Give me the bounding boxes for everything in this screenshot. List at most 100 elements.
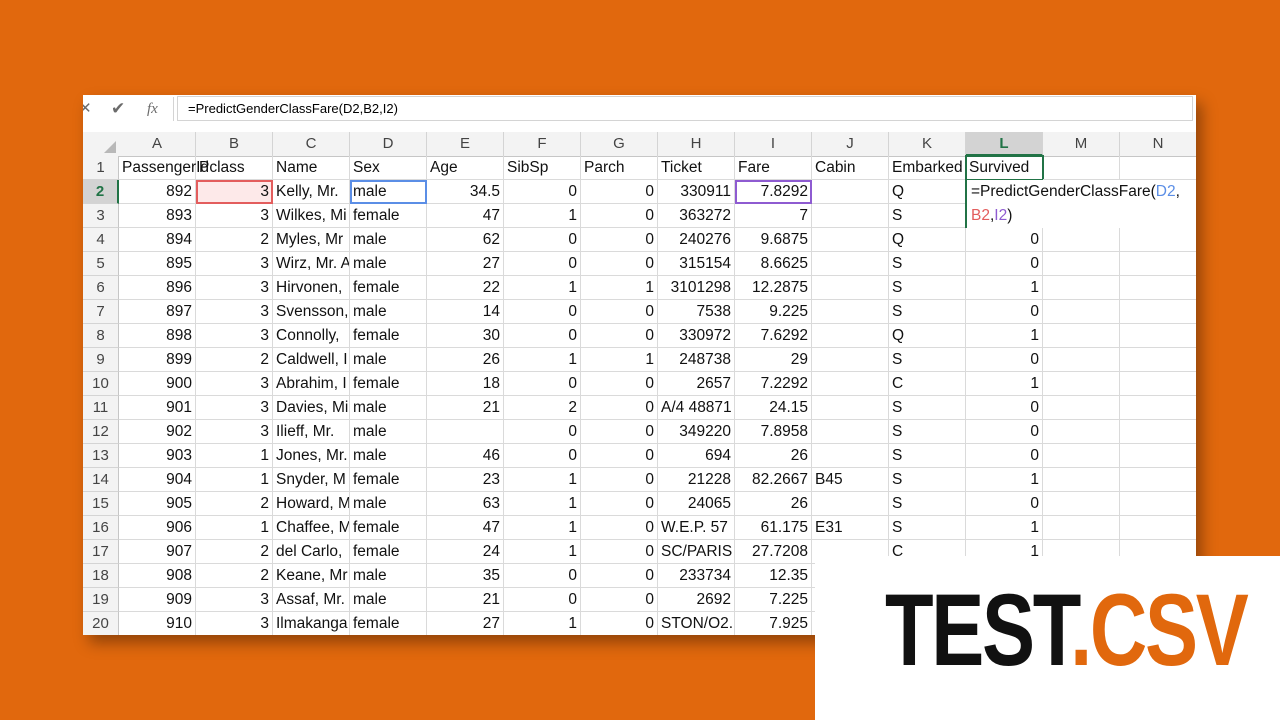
cell-c13[interactable]: Jones, Mr.: [273, 444, 350, 468]
cell-l8[interactable]: 1: [966, 324, 1043, 348]
cell-m9[interactable]: [1043, 348, 1120, 372]
cell-e5[interactable]: 27: [427, 252, 504, 276]
row-header[interactable]: 16: [83, 516, 119, 540]
cell-c20[interactable]: Ilmakanga: [273, 612, 350, 635]
cell-a1[interactable]: PassengerId: [119, 156, 209, 180]
cell-h1[interactable]: Ticket: [658, 156, 735, 180]
cell-b10[interactable]: 3: [196, 372, 273, 396]
cell-e7[interactable]: 14: [427, 300, 504, 324]
select-all-corner[interactable]: [83, 132, 119, 156]
cell-m16[interactable]: [1043, 516, 1120, 540]
cell-h17[interactable]: SC/PARIS 2: [658, 540, 735, 564]
cell-m12[interactable]: [1043, 420, 1120, 444]
cell-j1[interactable]: Cabin: [812, 156, 889, 180]
cell-g11[interactable]: 0: [581, 396, 658, 420]
cell-a15[interactable]: 905: [119, 492, 196, 516]
cell-e15[interactable]: 63: [427, 492, 504, 516]
row-header[interactable]: 19: [83, 588, 119, 612]
cell-i20[interactable]: 7.925: [735, 612, 812, 635]
row-header[interactable]: 18: [83, 564, 119, 588]
row-header[interactable]: 15: [83, 492, 119, 516]
cell-l16[interactable]: 1: [966, 516, 1043, 540]
cell-k2[interactable]: Q: [889, 180, 966, 204]
cell-d7[interactable]: male: [350, 300, 427, 324]
cell-g12[interactable]: 0: [581, 420, 658, 444]
cell-c1[interactable]: Name: [273, 156, 350, 180]
cell-n1[interactable]: [1120, 156, 1196, 180]
cell-a19[interactable]: 909: [119, 588, 196, 612]
cell-n9[interactable]: [1120, 348, 1196, 372]
cell-l15[interactable]: 0: [966, 492, 1043, 516]
cell-f11[interactable]: 2: [504, 396, 581, 420]
cell-i6[interactable]: 12.2875: [735, 276, 812, 300]
cell-j8[interactable]: [812, 324, 889, 348]
cell-a2[interactable]: 892: [119, 180, 196, 204]
cell-h11[interactable]: A/4 48871: [658, 396, 735, 420]
cell-k9[interactable]: S: [889, 348, 966, 372]
cell-m5[interactable]: [1043, 252, 1120, 276]
cell-n12[interactable]: [1120, 420, 1196, 444]
cell-l5[interactable]: 0: [966, 252, 1043, 276]
cell-l14[interactable]: 1: [966, 468, 1043, 492]
cell-d17[interactable]: female: [350, 540, 427, 564]
cell-e8[interactable]: 30: [427, 324, 504, 348]
cell-n6[interactable]: [1120, 276, 1196, 300]
cell-b6[interactable]: 3: [196, 276, 273, 300]
column-header-g[interactable]: G: [581, 132, 658, 156]
cell-l12[interactable]: 0: [966, 420, 1043, 444]
row-header[interactable]: 9: [83, 348, 119, 372]
cell-h4[interactable]: 240276: [658, 228, 735, 252]
cell-a14[interactable]: 904: [119, 468, 196, 492]
cell-c14[interactable]: Snyder, M: [273, 468, 350, 492]
cell-j15[interactable]: [812, 492, 889, 516]
cell-n5[interactable]: [1120, 252, 1196, 276]
cell-b7[interactable]: 3: [196, 300, 273, 324]
cell-g13[interactable]: 0: [581, 444, 658, 468]
cell-a17[interactable]: 907: [119, 540, 196, 564]
cell-j9[interactable]: [812, 348, 889, 372]
column-header-j[interactable]: J: [812, 132, 889, 156]
cell-i1[interactable]: Fare: [735, 156, 812, 180]
cell-f17[interactable]: 1: [504, 540, 581, 564]
cell-n16[interactable]: [1120, 516, 1196, 540]
cell-k16[interactable]: S: [889, 516, 966, 540]
cell-c11[interactable]: Davies, Mi: [273, 396, 350, 420]
cell-d9[interactable]: male: [350, 348, 427, 372]
cell-h3[interactable]: 363272: [658, 204, 735, 228]
cell-c18[interactable]: Keane, Mr: [273, 564, 350, 588]
cell-l1[interactable]: Survived: [965, 155, 1044, 181]
cell-e16[interactable]: 47: [427, 516, 504, 540]
cell-a3[interactable]: 893: [119, 204, 196, 228]
cell-h2[interactable]: 330911: [658, 180, 735, 204]
cell-m8[interactable]: [1043, 324, 1120, 348]
cell-b8[interactable]: 3: [196, 324, 273, 348]
row-header[interactable]: 11: [83, 396, 119, 420]
row-header[interactable]: 17: [83, 540, 119, 564]
column-header-m[interactable]: M: [1043, 132, 1120, 156]
cell-l11[interactable]: 0: [966, 396, 1043, 420]
cell-b15[interactable]: 2: [196, 492, 273, 516]
cell-i13[interactable]: 26: [735, 444, 812, 468]
cell-j10[interactable]: [812, 372, 889, 396]
cell-h20[interactable]: STON/O2.: [658, 612, 735, 635]
cell-i17[interactable]: 27.7208: [735, 540, 812, 564]
cell-i11[interactable]: 24.15: [735, 396, 812, 420]
cell-g5[interactable]: 0: [581, 252, 658, 276]
cell-a11[interactable]: 901: [119, 396, 196, 420]
cell-c10[interactable]: Abrahim, I: [273, 372, 350, 396]
cell-h7[interactable]: 7538: [658, 300, 735, 324]
cell-n14[interactable]: [1120, 468, 1196, 492]
cell-j16[interactable]: E31: [812, 516, 889, 540]
cell-g4[interactable]: 0: [581, 228, 658, 252]
cell-k14[interactable]: S: [889, 468, 966, 492]
cell-e10[interactable]: 18: [427, 372, 504, 396]
cell-j14[interactable]: B45: [812, 468, 889, 492]
cell-d8[interactable]: female: [350, 324, 427, 348]
cell-m4[interactable]: [1043, 228, 1120, 252]
cell-a6[interactable]: 896: [119, 276, 196, 300]
cell-b5[interactable]: 3: [196, 252, 273, 276]
cell-d10[interactable]: female: [350, 372, 427, 396]
cell-k1[interactable]: Embarked: [889, 156, 966, 180]
cell-c17[interactable]: del Carlo,: [273, 540, 350, 564]
cell-e1[interactable]: Age: [427, 156, 504, 180]
